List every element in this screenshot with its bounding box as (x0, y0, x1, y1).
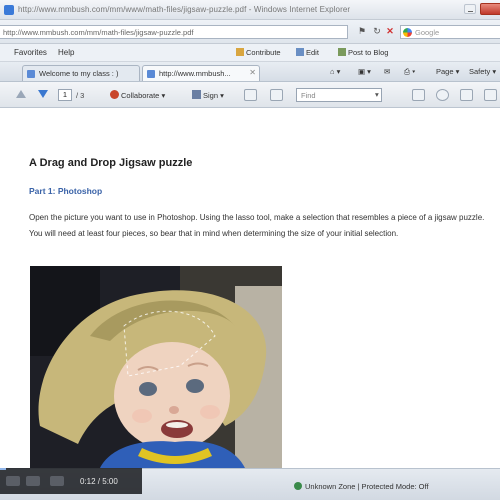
playback-time: 0:12 / 5:00 (80, 477, 118, 486)
url-text: http://www.mmbush.com/mm/math-files/jigs… (3, 28, 194, 37)
pdf-toolbar: 1 / 3 Collaborate ▾ Sign ▾ Find ▾ (0, 82, 500, 108)
child-in-hat-photo (30, 266, 282, 468)
video-player-controls: 0:12 / 5:00 (0, 468, 142, 494)
edit-icon (296, 48, 304, 56)
print-pdf-icon[interactable] (270, 89, 283, 101)
window-title: http://www.mmbush.com/mm/www/math-files/… (18, 5, 351, 14)
safety-menu[interactable]: Safety ▾ (469, 67, 496, 76)
print-icon[interactable]: ⎙ ▾ (404, 67, 415, 77)
page-menu-label: Page (436, 67, 454, 76)
tab-label: http://www.mmbush... (159, 69, 231, 78)
document-title: A Drag and Drop Jigsaw puzzle (29, 157, 193, 169)
page-number-input[interactable]: 1 (58, 89, 72, 101)
part-heading: Part 1: Photoshop (29, 186, 103, 196)
compatibility-icon[interactable]: ⚑ (356, 26, 368, 37)
tab-label: Welcome to my class : ) (39, 69, 119, 78)
search-field[interactable]: Google (400, 25, 500, 39)
next-page-icon[interactable] (38, 90, 48, 98)
ie-logo-icon (4, 5, 14, 15)
post-to-blog-button[interactable]: Post to Blog (338, 48, 388, 57)
close-tab-icon[interactable]: ✕ (249, 68, 256, 77)
sign-label: Sign (203, 91, 219, 100)
search-placeholder: Google (415, 28, 440, 37)
feeds-icon[interactable]: ▣ ▾ (358, 67, 371, 76)
collaborate-icon (110, 90, 119, 99)
refresh-icon[interactable]: ↻ (371, 26, 383, 37)
save-copy-icon[interactable] (244, 89, 257, 101)
tab-pdf[interactable]: http://www.mmbush... ✕ (142, 65, 260, 81)
contribute-icon (236, 48, 244, 56)
photo-illustration (30, 266, 282, 468)
security-zone: Unknown Zone | Protected Mode: Off (294, 482, 429, 491)
menu-favorites[interactable]: Favorites (14, 48, 47, 57)
mail-icon[interactable]: ✉ (384, 67, 390, 76)
home-icon[interactable]: ⌂ ▾ (330, 67, 340, 76)
snapshot-icon[interactable] (436, 89, 449, 101)
instruction-paragraph: Open the picture you want to use in Phot… (29, 213, 485, 238)
url-field[interactable]: http://www.mmbush.com/mm/math-files/jigs… (0, 25, 348, 39)
sign-icon (192, 90, 201, 99)
zoom-icon[interactable] (460, 89, 473, 101)
find-input[interactable]: Find (296, 88, 382, 102)
tab-row: Welcome to my class : ) http://www.mmbus… (0, 62, 500, 82)
previous-page-icon[interactable] (16, 90, 26, 98)
edit-button[interactable]: Edit (296, 48, 319, 57)
find-dropdown-icon[interactable]: ▾ (375, 90, 379, 99)
minimize-button[interactable] (464, 4, 476, 14)
page-favicon-icon (147, 70, 155, 78)
collaborate-button[interactable]: Collaborate ▾ (110, 90, 165, 100)
menu-help[interactable]: Help (58, 48, 74, 57)
blog-icon (338, 48, 346, 56)
rewind-button[interactable] (26, 476, 40, 486)
close-window-button[interactable] (480, 3, 500, 15)
play-pause-button[interactable] (6, 476, 20, 486)
hand-tool-icon[interactable] (484, 89, 497, 101)
page-favicon-icon (27, 70, 35, 78)
page-total: / 3 (76, 91, 85, 100)
safety-menu-label: Safety (469, 67, 491, 76)
post-to-blog-label: Post to Blog (348, 48, 389, 57)
google-icon (403, 28, 412, 37)
window-titlebar: http://www.mmbush.com/mm/www/math-files/… (0, 0, 500, 20)
edit-label: Edit (306, 48, 319, 57)
sign-button[interactable]: Sign ▾ (192, 90, 224, 100)
collaborate-label: Collaborate (121, 91, 160, 100)
page-menu[interactable]: Page ▾ (436, 67, 459, 76)
globe-icon (294, 482, 302, 490)
address-bar: http://www.mmbush.com/mm/math-files/jigs… (0, 20, 500, 44)
contribute-button[interactable]: Contribute (236, 48, 281, 57)
stop-icon[interactable]: ✕ (384, 26, 396, 37)
pdf-document-page: A Drag and Drop Jigsaw puzzle Part 1: Ph… (0, 108, 500, 468)
select-tool-icon[interactable] (412, 89, 425, 101)
menu-bar: Favorites Help Contribute Edit Post to B… (0, 44, 500, 62)
contribute-label: Contribute (246, 48, 281, 57)
volume-button[interactable] (50, 476, 64, 486)
tab-welcome[interactable]: Welcome to my class : ) (22, 65, 140, 81)
find-placeholder: Find (301, 91, 316, 100)
playback-progress-bar[interactable] (0, 468, 6, 470)
security-zone-text: Unknown Zone | Protected Mode: Off (305, 482, 429, 491)
